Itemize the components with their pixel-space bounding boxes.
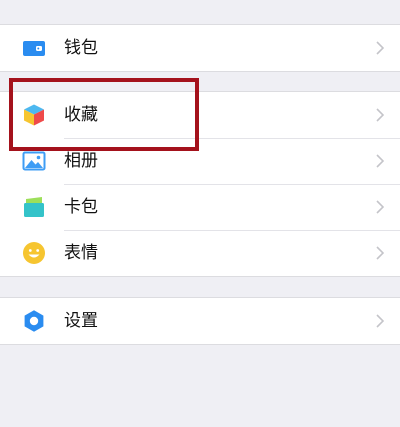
- menu-item-stickers[interactable]: 表情: [0, 230, 400, 276]
- card-icon: [22, 195, 46, 219]
- chevron-right-icon: [376, 246, 384, 260]
- settings-group: 设置: [0, 297, 400, 345]
- menu-item-stickers-label: 表情: [64, 243, 98, 263]
- features-group: 收藏 相册 卡包 表情: [0, 91, 400, 277]
- menu-item-settings[interactable]: 设置: [0, 298, 400, 344]
- menu-item-wallet-label: 钱包: [64, 38, 98, 58]
- menu-item-album-label: 相册: [64, 151, 98, 171]
- menu-item-cards[interactable]: 卡包: [0, 184, 400, 230]
- menu-item-album[interactable]: 相册: [0, 138, 400, 184]
- wallet-group: 钱包: [0, 24, 400, 72]
- chevron-right-icon: [376, 108, 384, 122]
- smile-icon: [22, 241, 46, 265]
- menu-item-favorites-label: 收藏: [64, 105, 98, 125]
- menu-item-cards-label: 卡包: [64, 197, 98, 217]
- wallet-icon: [22, 36, 46, 60]
- menu-item-wallet[interactable]: 钱包: [0, 25, 400, 71]
- menu-item-favorites[interactable]: 收藏: [0, 92, 400, 138]
- gear-icon: [22, 309, 46, 333]
- chevron-right-icon: [376, 41, 384, 55]
- cube-icon: [22, 103, 46, 127]
- chevron-right-icon: [376, 154, 384, 168]
- image-icon: [22, 149, 46, 173]
- chevron-right-icon: [376, 314, 384, 328]
- chevron-right-icon: [376, 200, 384, 214]
- menu-item-settings-label: 设置: [64, 311, 98, 331]
